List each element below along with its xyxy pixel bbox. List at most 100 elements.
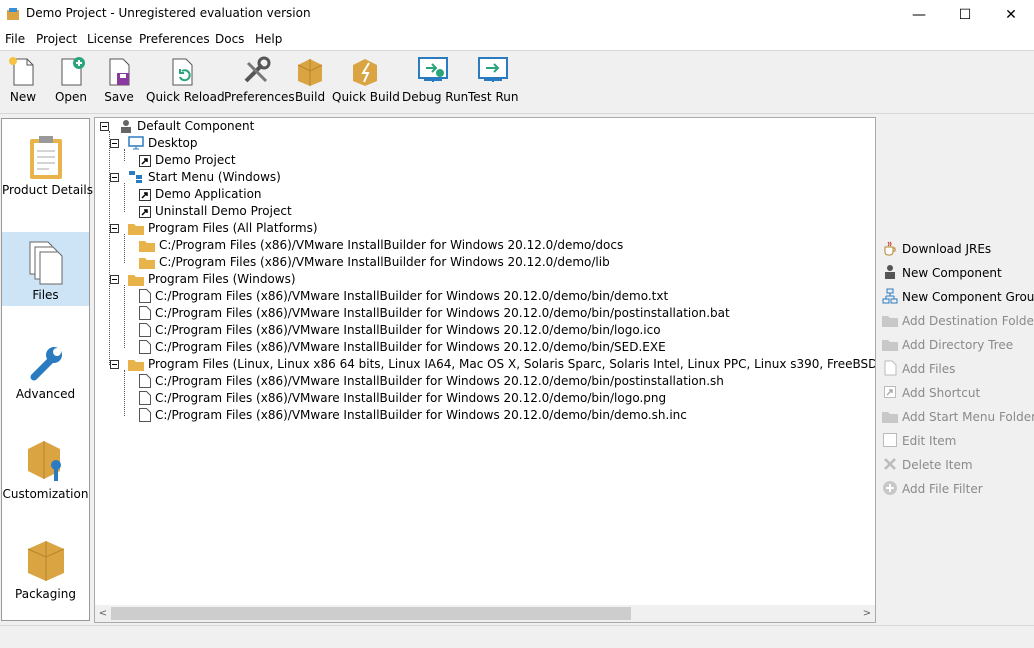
tree-expander[interactable] bbox=[110, 275, 119, 284]
quick-reload-label: Quick Reload bbox=[146, 90, 225, 104]
window-title: Demo Project - Unregistered evaluation v… bbox=[26, 6, 311, 20]
tree-node-file[interactable]: C:/Program Files (x86)/VMware InstallBui… bbox=[139, 390, 666, 407]
close-button[interactable]: ✕ bbox=[988, 0, 1034, 30]
quick-build-label: Quick Build bbox=[332, 90, 400, 104]
add-directory-tree-action[interactable]: Add Directory Tree bbox=[882, 335, 1013, 355]
tree-node-label: C:/Program Files (x86)/VMware InstallBui… bbox=[159, 255, 610, 269]
scroll-right-arrow[interactable]: > bbox=[859, 605, 875, 622]
run-monitor-icon bbox=[478, 57, 508, 82]
tree-node-folder[interactable]: C:/Program Files (x86)/VMware InstallBui… bbox=[139, 254, 610, 271]
new-component-group-action[interactable]: New Component Group bbox=[882, 287, 1034, 307]
minimize-button[interactable]: — bbox=[896, 0, 942, 30]
test-run-label: Test Run bbox=[468, 90, 519, 104]
wrench-icon bbox=[30, 347, 62, 381]
test-run-button[interactable]: Test Run bbox=[468, 55, 518, 113]
edit-icon bbox=[883, 433, 897, 447]
tree-node-label: Program Files (All Platforms) bbox=[148, 221, 318, 235]
horizontal-scrollbar[interactable]: < > bbox=[95, 605, 875, 622]
tree-expander[interactable] bbox=[110, 173, 119, 182]
tree-node-program-files-all[interactable]: Program Files (All Platforms) bbox=[128, 220, 318, 237]
action-label: Add Shortcut bbox=[902, 386, 981, 400]
add-files-action[interactable]: Add Files bbox=[882, 359, 955, 379]
build-label: Build bbox=[294, 90, 326, 104]
add-file-filter-action[interactable]: Add File Filter bbox=[882, 479, 983, 499]
tree-node-label: C:/Program Files (x86)/VMware InstallBui… bbox=[155, 306, 730, 320]
add-circle-icon bbox=[883, 481, 897, 495]
title-bar: Demo Project - Unregistered evaluation v… bbox=[0, 0, 1034, 30]
tree-node-default-component[interactable]: Default Component bbox=[119, 118, 254, 135]
tree-node-shortcut[interactable]: Demo Project bbox=[139, 152, 236, 169]
tree-node-program-files-windows[interactable]: Program Files (Windows) bbox=[128, 271, 296, 288]
build-button[interactable]: Build bbox=[294, 55, 326, 113]
debug-run-button[interactable]: Debug Run bbox=[402, 55, 468, 113]
open-label: Open bbox=[54, 90, 88, 104]
actions-panel: Download JREs New Component New Componen… bbox=[878, 237, 1034, 502]
shortcut-icon bbox=[139, 189, 151, 201]
tree-node-desktop[interactable]: Desktop bbox=[128, 135, 198, 152]
delete-icon bbox=[884, 458, 896, 470]
tree-node-program-files-unix[interactable]: Program Files (Linux, Linux x86 64 bits,… bbox=[128, 356, 875, 373]
save-icon bbox=[109, 58, 130, 86]
tree-node-file[interactable]: C:/Program Files (x86)/VMware InstallBui… bbox=[139, 373, 724, 390]
delete-item-action[interactable]: Delete Item bbox=[882, 455, 973, 475]
sidebar-item-label: Customization bbox=[2, 487, 89, 501]
add-start-menu-folder-action[interactable]: Add Start Menu Folder bbox=[882, 407, 1034, 427]
file-icon bbox=[139, 289, 151, 303]
scrollbar-thumb[interactable] bbox=[111, 607, 631, 620]
folder-icon bbox=[882, 340, 898, 351]
sidebar-item-packaging[interactable]: Packaging bbox=[2, 531, 89, 605]
add-shortcut-action[interactable]: Add Shortcut bbox=[882, 383, 980, 403]
add-destination-folder-action[interactable]: Add Destination Folder bbox=[882, 311, 1034, 331]
maximize-button[interactable]: ☐ bbox=[942, 0, 988, 30]
action-label: Add Destination Folder bbox=[902, 314, 1034, 328]
folder-icon bbox=[128, 275, 144, 286]
tree-expander[interactable] bbox=[110, 224, 119, 233]
quick-build-button[interactable]: Quick Build bbox=[332, 55, 400, 113]
start-menu-icon bbox=[129, 171, 142, 183]
open-button[interactable]: Open bbox=[52, 55, 90, 113]
tree-line bbox=[109, 131, 110, 365]
tree-node-shortcut[interactable]: Demo Application bbox=[139, 186, 262, 203]
save-button[interactable]: Save bbox=[100, 55, 138, 113]
tree-node-file[interactable]: C:/Program Files (x86)/VMware InstallBui… bbox=[139, 339, 666, 356]
tree-line bbox=[124, 234, 125, 263]
download-jres-action[interactable]: Download JREs bbox=[882, 239, 991, 259]
menu-docs[interactable]: Docs bbox=[215, 32, 244, 46]
tree-expander[interactable] bbox=[100, 122, 109, 131]
action-label: Delete Item bbox=[902, 458, 973, 472]
new-button[interactable]: New bbox=[4, 55, 42, 113]
preferences-button[interactable]: Preferences bbox=[224, 55, 295, 113]
scroll-left-arrow[interactable]: < bbox=[95, 605, 111, 622]
tree-node-file[interactable]: C:/Program Files (x86)/VMware InstallBui… bbox=[139, 322, 661, 339]
tree-expander[interactable] bbox=[110, 139, 119, 148]
box-icon bbox=[297, 59, 323, 86]
tree-node-file[interactable]: C:/Program Files (x86)/VMware InstallBui… bbox=[139, 407, 687, 424]
new-component-action[interactable]: New Component bbox=[882, 263, 1002, 283]
files-tree[interactable]: Default Component Desktop Demo Project S… bbox=[94, 117, 876, 623]
sidebar-item-label: Advanced bbox=[15, 387, 76, 401]
menu-license[interactable]: License bbox=[87, 32, 132, 46]
menu-preferences[interactable]: Preferences bbox=[139, 32, 210, 46]
action-label: Add Directory Tree bbox=[902, 338, 1014, 352]
sidebar: Product Details Files Advanced Customiza… bbox=[1, 118, 93, 621]
shortcut-icon bbox=[139, 206, 151, 218]
menu-help[interactable]: Help bbox=[255, 32, 282, 46]
sidebar-item-customization[interactable]: Customization bbox=[2, 431, 89, 505]
menu-file[interactable]: File bbox=[5, 32, 25, 46]
tree-node-folder[interactable]: C:/Program Files (x86)/VMware InstallBui… bbox=[139, 237, 623, 254]
sidebar-item-label: Packaging bbox=[15, 587, 76, 601]
edit-item-action[interactable]: Edit Item bbox=[882, 431, 956, 451]
tree-node-file[interactable]: C:/Program Files (x86)/VMware InstallBui… bbox=[139, 305, 730, 322]
tree-expander[interactable] bbox=[110, 360, 119, 369]
sidebar-item-advanced[interactable]: Advanced bbox=[2, 331, 89, 405]
tree-node-start-menu[interactable]: Start Menu (Windows) bbox=[128, 169, 281, 186]
tree-node-shortcut[interactable]: Uninstall Demo Project bbox=[139, 203, 292, 220]
open-file-icon bbox=[61, 57, 85, 86]
sidebar-item-files[interactable]: Files bbox=[2, 232, 89, 306]
menu-project[interactable]: Project bbox=[36, 32, 77, 46]
sidebar-item-product-details[interactable]: Product Details bbox=[2, 127, 93, 201]
tree-node-file[interactable]: C:/Program Files (x86)/VMware InstallBui… bbox=[139, 288, 668, 305]
quick-reload-button[interactable]: Quick Reload bbox=[146, 55, 225, 113]
status-bar bbox=[0, 625, 1034, 648]
tree-node-label: Uninstall Demo Project bbox=[155, 204, 292, 218]
